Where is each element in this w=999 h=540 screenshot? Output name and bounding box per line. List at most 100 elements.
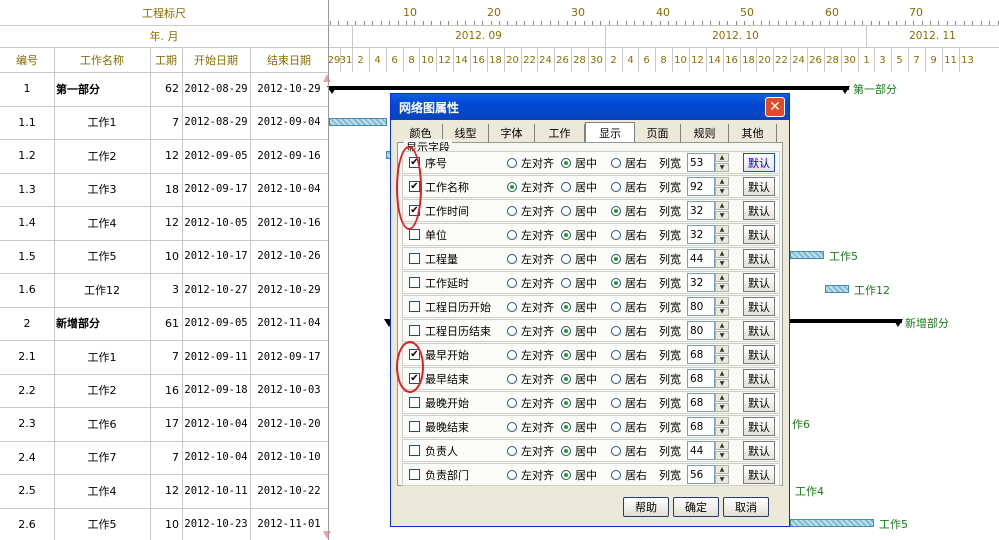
default-button[interactable]: 默认 xyxy=(743,249,775,268)
table-cell-end[interactable]: 2012-10-03 xyxy=(250,374,328,408)
default-button[interactable]: 默认 xyxy=(743,417,775,436)
field-checkbox[interactable] xyxy=(409,325,420,336)
align-radio-center[interactable] xyxy=(561,254,571,264)
field-checkbox[interactable] xyxy=(409,445,420,456)
tab-4[interactable]: 显示 xyxy=(585,122,635,142)
table-cell-dur[interactable]: 3 xyxy=(150,273,182,307)
table-cell-id[interactable]: 1.2 xyxy=(0,139,54,173)
default-button[interactable]: 默认 xyxy=(743,297,775,316)
table-cell-start[interactable]: 2012-10-17 xyxy=(182,240,250,274)
field-checkbox[interactable] xyxy=(409,253,420,264)
spin-up-icon[interactable]: ▲ xyxy=(715,201,729,210)
table-cell-start[interactable]: 2012-08-29 xyxy=(182,106,250,140)
table-cell-end[interactable]: 2012-10-20 xyxy=(250,407,328,441)
default-button[interactable]: 默认 xyxy=(743,273,775,292)
table-cell-end[interactable]: 2012-10-26 xyxy=(250,240,328,274)
default-button[interactable]: 默认 xyxy=(743,177,775,196)
tab-3[interactable]: 工作 xyxy=(535,124,585,142)
column-width-input[interactable]: 44 xyxy=(687,249,715,268)
spin-up-icon[interactable]: ▲ xyxy=(715,369,729,378)
spin-down-icon[interactable]: ▼ xyxy=(715,283,729,292)
column-width-input[interactable]: 68 xyxy=(687,417,715,436)
spin-down-icon[interactable]: ▼ xyxy=(715,475,729,484)
table-cell-id[interactable]: 1 xyxy=(0,72,54,106)
table-cell-id[interactable]: 1.1 xyxy=(0,106,54,140)
table-cell-dur[interactable]: 61 xyxy=(150,307,182,341)
align-radio-left[interactable] xyxy=(507,398,517,408)
table-cell-start[interactable]: 2012-09-17 xyxy=(182,173,250,207)
align-radio-center[interactable] xyxy=(561,230,571,240)
spin-down-icon[interactable]: ▼ xyxy=(715,379,729,388)
field-checkbox[interactable] xyxy=(409,301,420,312)
column-width-input[interactable]: 32 xyxy=(687,201,715,220)
close-icon[interactable]: ✕ xyxy=(765,97,785,117)
align-radio-left[interactable] xyxy=(507,230,517,240)
column-width-input[interactable]: 44 xyxy=(687,441,715,460)
table-cell-id[interactable]: 1.6 xyxy=(0,273,54,307)
spin-down-icon[interactable]: ▼ xyxy=(715,427,729,436)
table-cell-start[interactable]: 2012-10-04 xyxy=(182,407,250,441)
table-cell-start[interactable]: 2012-10-05 xyxy=(182,206,250,240)
align-radio-left[interactable] xyxy=(507,326,517,336)
align-radio-right[interactable] xyxy=(611,254,621,264)
tab-5[interactable]: 页面 xyxy=(635,124,681,142)
spin-down-icon[interactable]: ▼ xyxy=(715,451,729,460)
table-cell-end[interactable]: 2012-11-04 xyxy=(250,307,328,341)
column-header[interactable]: 编号 xyxy=(0,47,54,72)
align-radio-right[interactable] xyxy=(611,422,621,432)
align-radio-right[interactable] xyxy=(611,470,621,480)
table-cell-end[interactable]: 2012-10-22 xyxy=(250,474,328,508)
default-button[interactable]: 默认 xyxy=(743,321,775,340)
table-cell-id[interactable]: 2.5 xyxy=(0,474,54,508)
spin-up-icon[interactable]: ▲ xyxy=(715,417,729,426)
help-button[interactable]: 帮助 xyxy=(623,497,669,517)
align-radio-center[interactable] xyxy=(561,398,571,408)
align-radio-center[interactable] xyxy=(561,278,571,288)
column-header[interactable]: 工作名称 xyxy=(54,47,150,72)
align-radio-left[interactable] xyxy=(507,206,517,216)
column-width-input[interactable]: 32 xyxy=(687,273,715,292)
align-radio-left[interactable] xyxy=(507,422,517,432)
tab-7[interactable]: 其他 xyxy=(729,124,777,142)
spin-down-icon[interactable]: ▼ xyxy=(715,235,729,244)
align-radio-center[interactable] xyxy=(561,302,571,312)
table-cell-end[interactable]: 2012-09-04 xyxy=(250,106,328,140)
spin-down-icon[interactable]: ▼ xyxy=(715,331,729,340)
scroll-down-arrow[interactable] xyxy=(323,531,331,539)
default-button[interactable]: 默认 xyxy=(743,441,775,460)
column-header[interactable]: 结束日期 xyxy=(250,47,328,72)
table-cell-end[interactable]: 2012-10-04 xyxy=(250,173,328,207)
align-radio-left[interactable] xyxy=(507,158,517,168)
align-radio-right[interactable] xyxy=(611,230,621,240)
table-cell-name[interactable]: 工作2 xyxy=(54,139,150,173)
default-button[interactable]: 默认 xyxy=(743,345,775,364)
align-radio-center[interactable] xyxy=(561,350,571,360)
field-checkbox[interactable] xyxy=(409,421,420,432)
align-radio-right[interactable] xyxy=(611,158,621,168)
table-cell-id[interactable]: 2.4 xyxy=(0,441,54,475)
task-bar-2-6[interactable] xyxy=(790,519,874,527)
align-radio-center[interactable] xyxy=(561,182,571,192)
align-radio-right[interactable] xyxy=(611,398,621,408)
align-radio-left[interactable] xyxy=(507,254,517,264)
field-checkbox[interactable] xyxy=(409,469,420,480)
column-width-input[interactable]: 56 xyxy=(687,465,715,484)
spin-up-icon[interactable]: ▲ xyxy=(715,249,729,258)
spin-down-icon[interactable]: ▼ xyxy=(715,259,729,268)
table-cell-dur[interactable]: 7 xyxy=(150,106,182,140)
table-cell-dur[interactable]: 62 xyxy=(150,72,182,106)
spin-up-icon[interactable]: ▲ xyxy=(715,273,729,282)
table-cell-end[interactable]: 2012-10-10 xyxy=(250,441,328,475)
spin-down-icon[interactable]: ▼ xyxy=(715,163,729,172)
spin-up-icon[interactable]: ▲ xyxy=(715,465,729,474)
table-cell-end[interactable]: 2012-10-16 xyxy=(250,206,328,240)
align-radio-left[interactable] xyxy=(507,446,517,456)
align-radio-center[interactable] xyxy=(561,422,571,432)
column-width-input[interactable]: 53 xyxy=(687,153,715,172)
align-radio-left[interactable] xyxy=(507,278,517,288)
table-cell-name[interactable]: 第一部分 xyxy=(54,72,150,106)
task-bar-1-6[interactable] xyxy=(825,285,849,293)
spin-up-icon[interactable]: ▲ xyxy=(715,225,729,234)
field-checkbox[interactable] xyxy=(409,229,420,240)
table-cell-name[interactable]: 工作7 xyxy=(54,441,150,475)
